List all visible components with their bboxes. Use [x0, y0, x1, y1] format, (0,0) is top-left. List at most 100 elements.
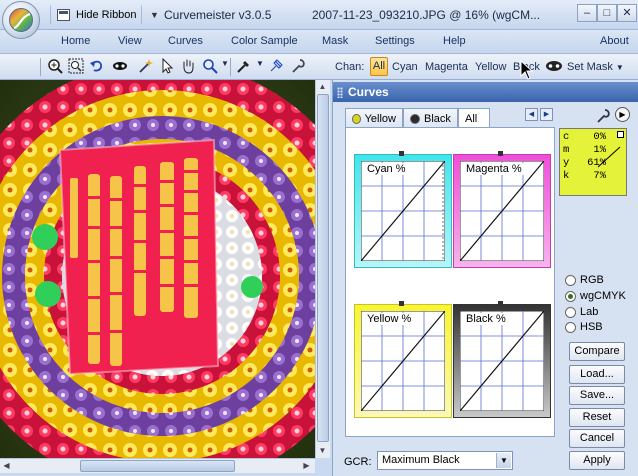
gcr-select[interactable]: Maximum Black ▼ [377, 451, 513, 470]
magenta-curve-editor[interactable]: Magenta % [453, 151, 551, 268]
cmyk-readout: c 0% m 1% y 61% k 7% [559, 128, 627, 196]
document-image[interactable] [0, 80, 315, 458]
undo-icon[interactable] [89, 58, 105, 74]
play-icon[interactable]: ▶ [615, 107, 630, 122]
menu-curves[interactable]: Curves [168, 35, 203, 47]
app-logo-icon [9, 8, 33, 32]
set-mask-icon [546, 61, 562, 71]
scroll-right-icon[interactable]: ▶ [300, 459, 313, 472]
readout-y-value: 61% [587, 157, 606, 169]
magic-wand-icon[interactable] [137, 58, 153, 74]
cyan-curve-label: Cyan % [365, 163, 408, 175]
menu-about[interactable]: About [600, 35, 629, 47]
channel-label: Chan: [335, 61, 365, 73]
curve-handle-icon[interactable] [498, 301, 503, 306]
panel-grip-icon[interactable] [337, 87, 343, 98]
vertical-scroll-thumb[interactable] [317, 94, 329, 442]
settings-wrench-icon[interactable] [595, 108, 611, 124]
radio-icon [565, 321, 576, 333]
menu-view[interactable]: View [118, 35, 142, 47]
set-mask-label: Set Mask [567, 61, 613, 73]
black-dot-icon [410, 113, 420, 124]
radio-selected-icon [565, 290, 576, 302]
channel-all-button[interactable]: All [370, 57, 388, 76]
quick-access-dropdown-icon[interactable]: ▼ [149, 5, 161, 25]
channel-cyan-button[interactable]: Cyan [392, 61, 418, 73]
pointer-icon[interactable] [159, 58, 175, 74]
eyedropper-icon[interactable] [236, 58, 252, 74]
menu-help[interactable]: Help [443, 35, 466, 47]
readout-k-label: k [563, 170, 570, 182]
tab-yellow[interactable]: Yellow [345, 108, 403, 128]
wrench-icon[interactable] [290, 58, 306, 74]
zoom-icon[interactable] [202, 58, 218, 74]
readout-m-value: 1% [593, 144, 606, 156]
zoom-dropdown-icon[interactable]: ▼ [221, 59, 229, 68]
panel-header: Curves [333, 82, 638, 102]
menu-settings[interactable]: Settings [375, 35, 415, 47]
reset-button[interactable]: Reset [569, 408, 625, 427]
cancel-button[interactable]: Cancel [569, 429, 625, 448]
channel-magenta-button[interactable]: Magenta [425, 61, 468, 73]
close-button[interactable]: ✕ [617, 4, 637, 22]
curve-handle-icon[interactable] [399, 301, 404, 306]
horizontal-scrollbar[interactable]: ◀ ▶ [0, 458, 315, 473]
hand-tool-icon[interactable] [180, 58, 196, 74]
image-viewport: ▲ ▼ ◀ ▶ [0, 80, 330, 476]
black-curve-graph[interactable] [460, 311, 544, 411]
tab-black[interactable]: Black [403, 108, 458, 128]
scroll-up-icon[interactable]: ▲ [316, 80, 329, 93]
cyan-curve-editor[interactable]: Cyan % [354, 151, 452, 268]
radio-icon [565, 306, 576, 318]
title-bar: Hide Ribbon ▼ Curvemeister v3.0.5 2007-1… [0, 0, 638, 39]
zoom-fit-icon[interactable] [68, 58, 84, 74]
minimize-button[interactable]: – [577, 4, 597, 22]
eyedropper-dropdown-icon[interactable]: ▼ [256, 59, 264, 68]
curves-panel: Curves Yellow Black All ◀ ▶ ▶ Cyan % Mag… [332, 80, 638, 476]
horizontal-scroll-thumb[interactable] [80, 460, 235, 472]
readout-y-label: y [563, 157, 570, 169]
apply-button[interactable]: Apply [569, 451, 625, 470]
compare-button[interactable]: Compare [569, 342, 625, 361]
channel-yellow-button[interactable]: Yellow [475, 61, 506, 73]
mode-wgcmyk-radio[interactable]: wgCMYK [565, 290, 626, 302]
zoom-in-icon[interactable] [47, 58, 63, 74]
tab-black-label: Black [424, 112, 451, 125]
menu-color-sample[interactable]: Color Sample [231, 35, 298, 47]
yellow-curve-editor[interactable]: Yellow % [354, 301, 452, 418]
tab-all-label: All [465, 113, 478, 125]
readout-k-value: 7% [593, 170, 606, 182]
app-orb-button[interactable] [2, 1, 40, 39]
mask-view-icon[interactable] [112, 58, 128, 74]
scroll-down-icon[interactable]: ▼ [316, 444, 329, 457]
menu-mask[interactable]: Mask [322, 35, 348, 47]
tab-all[interactable]: All [458, 108, 490, 129]
set-mask-dropdown-icon: ▼ [615, 63, 624, 72]
gcr-selected-value: Maximum Black [382, 454, 460, 466]
mode-hsb-label: HSB [580, 321, 603, 333]
tab-scroll-left-icon[interactable]: ◀ [525, 108, 538, 121]
toolbar: ▼ ▼ Chan: All Cyan Magenta Yellow Black … [0, 54, 638, 80]
curve-handle-icon[interactable] [399, 151, 404, 156]
vertical-scrollbar[interactable]: ▲ ▼ [315, 80, 330, 458]
yellow-curve-graph[interactable] [361, 311, 445, 411]
curve-handle-icon[interactable] [498, 151, 503, 156]
set-mask-button[interactable]: Set Mask ▼ [567, 61, 624, 73]
magenta-curve-graph[interactable] [460, 161, 544, 261]
chevron-down-icon[interactable]: ▼ [496, 453, 511, 468]
cyan-curve-graph[interactable] [361, 161, 445, 261]
tab-scroll-right-icon[interactable]: ▶ [540, 108, 553, 121]
mode-hsb-radio[interactable]: HSB [565, 321, 603, 333]
save-button[interactable]: Save... [569, 386, 625, 405]
black-curve-editor[interactable]: Black % [453, 301, 551, 418]
scroll-left-icon[interactable]: ◀ [0, 459, 13, 472]
menu-home[interactable]: Home [61, 35, 90, 47]
hide-ribbon-button[interactable]: Hide Ribbon [50, 5, 142, 25]
app-title: Curvemeister v3.0.5 [164, 8, 272, 22]
load-button[interactable]: Load... [569, 365, 625, 384]
mode-lab-radio[interactable]: Lab [565, 306, 598, 318]
pin-icon[interactable] [268, 58, 284, 74]
maximize-button[interactable]: □ [597, 4, 617, 22]
mouse-cursor-icon [520, 60, 534, 80]
mode-rgb-radio[interactable]: RGB [565, 274, 604, 286]
